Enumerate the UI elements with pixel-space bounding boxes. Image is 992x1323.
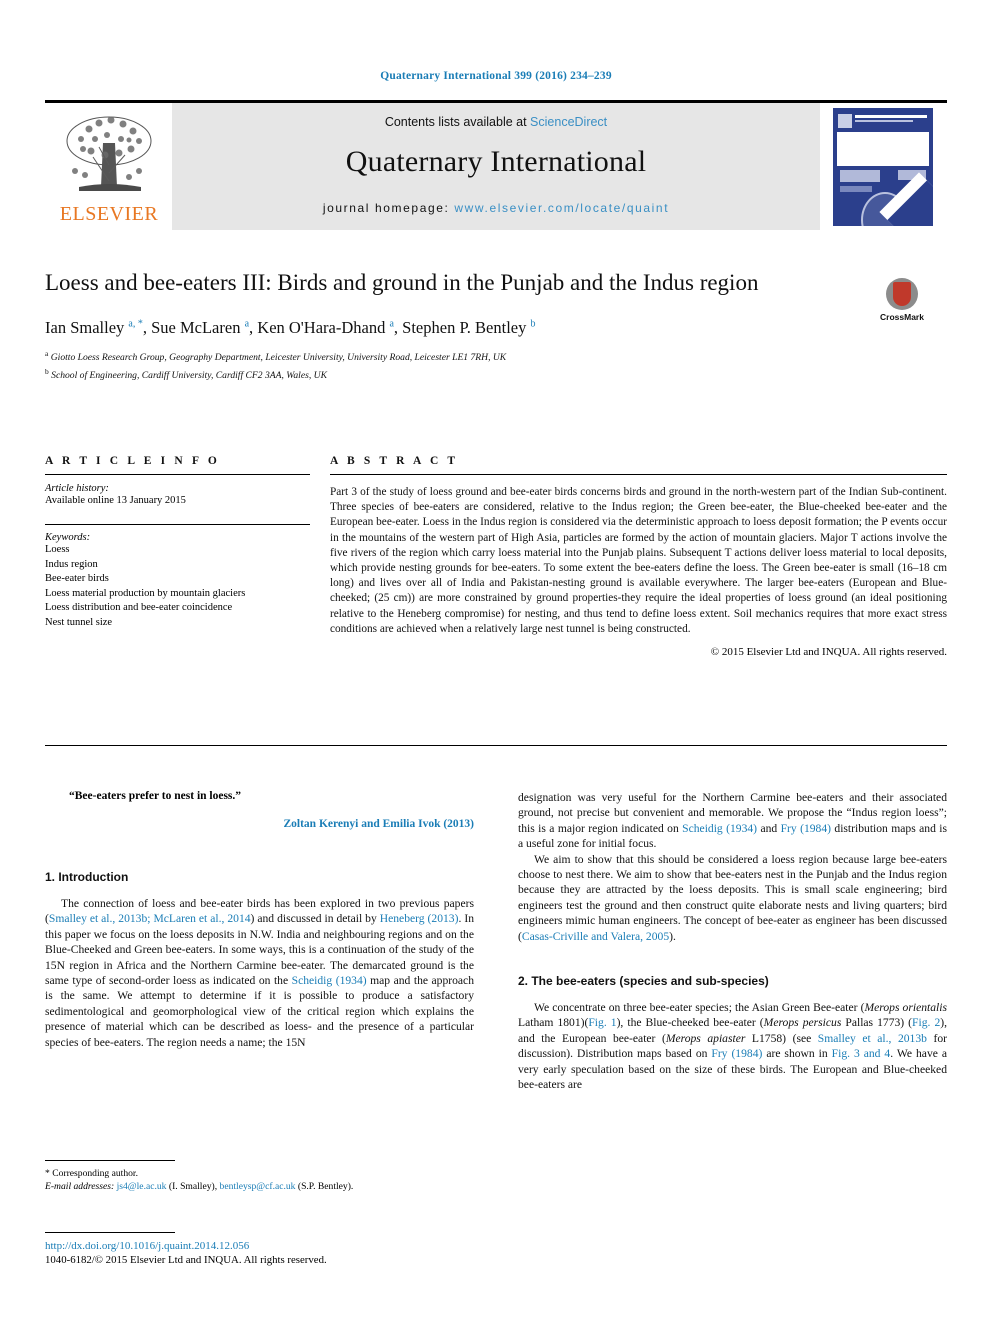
abstract-heading: A B S T R A C T — [330, 455, 459, 467]
abstract-column: A B S T R A C T Part 3 of the study of l… — [330, 455, 947, 658]
journal-cover-thumbnail — [820, 103, 947, 230]
keyword-item: Bee-eater birds — [45, 573, 109, 584]
right-paragraph-1: designation was very useful for the Nort… — [518, 791, 947, 851]
keyword-item: Loess distribution and bee-eater coincid… — [45, 602, 233, 613]
doi-block: http://dx.doi.org/10.1016/j.quaint.2014.… — [45, 1232, 545, 1266]
keyword-item: Nest tunnel size — [45, 616, 113, 628]
section-1-heading: 1. Introduction — [45, 870, 129, 884]
keyword-item: Loess — [45, 544, 70, 555]
section-2-heading: 2. The bee-eaters (species and sub-speci… — [518, 974, 769, 989]
article-info-column: A R T I C L E I N F O Article history: A… — [45, 455, 330, 658]
crossmark-badge[interactable]: CrossMark — [871, 278, 933, 328]
elsevier-wordmark: ELSEVIER — [59, 203, 159, 225]
crossmark-icon — [886, 278, 918, 310]
body-columns: “Bee-eaters prefer to nest in loess.” Zo… — [45, 790, 947, 1093]
author-list: Ian Smalley a, *, Sue McLaren a, Ken O'H… — [45, 318, 536, 337]
affiliation-b-text: School of Engineering, Cardiff Universit… — [51, 370, 327, 382]
contents-line: Contents lists available at ScienceDirec… — [385, 115, 607, 129]
journal-masthead: ELSEVIER Contents lists available at Sci… — [45, 100, 947, 233]
article-info-heading: A R T I C L E I N F O — [45, 455, 220, 467]
doi-link[interactable]: http://dx.doi.org/10.1016/j.quaint.2014.… — [45, 1240, 545, 1252]
section-1-paragraph: The connection of loess and bee-eater bi… — [45, 897, 475, 1049]
title-block: Loess and bee-eaters III: Birds and grou… — [45, 268, 947, 382]
homepage-url-link[interactable]: www.elsevier.com/locate/quaint — [454, 201, 669, 215]
masthead-center: Contents lists available at ScienceDirec… — [172, 103, 820, 230]
abstract-copyright: © 2015 Elsevier Ltd and INQUA. All right… — [710, 646, 947, 659]
journal-homepage: journal homepage: www.elsevier.com/locat… — [323, 201, 669, 215]
section-2-paragraph: We concentrate on three bee-eater specie… — [518, 1001, 948, 1092]
epigraph-quote: “Bee-eaters prefer to nest in loess.” — [69, 790, 242, 802]
crossmark-label: CrossMark — [880, 312, 924, 322]
keyword-item: Loess material production by mountain gl… — [45, 587, 246, 599]
affiliation-b: b School of Engineering, Cardiff Univers… — [45, 367, 327, 382]
homepage-prefix: journal homepage: — [322, 201, 455, 215]
email-addresses-note: E-mail addresses: js4@le.ac.uk (I. Small… — [45, 1181, 354, 1192]
contents-prefix: Contents lists available at — [384, 115, 531, 129]
running-head: Quaternary International 399 (2016) 234–… — [380, 70, 612, 82]
left-column: “Bee-eaters prefer to nest in loess.” Zo… — [45, 790, 474, 1093]
info-abstract-block: A R T I C L E I N F O Article history: A… — [45, 455, 947, 658]
affiliation-a: a Giotto Loess Research Group, Geography… — [45, 349, 507, 364]
right-paragraph-2: We aim to show that this should be consi… — [518, 852, 947, 943]
keyword-item: Indus region — [45, 558, 98, 570]
paper-page: Quaternary International 399 (2016) 234–… — [0, 0, 992, 1323]
elsevier-logo: ELSEVIER — [45, 103, 172, 230]
abstract-text: Part 3 of the study of loess ground and … — [330, 486, 947, 635]
footnote-block: * Corresponding author. E-mail addresses… — [45, 1160, 474, 1193]
article-history-value: Available online 13 January 2015 — [45, 495, 186, 506]
elsevier-tree-icon — [66, 116, 152, 191]
affiliation-a-text: Giotto Loess Research Group, Geography D… — [50, 352, 507, 364]
issn-copyright-line: 1040-6182/© 2015 Elsevier Ltd and INQUA.… — [45, 1254, 327, 1266]
article-history-label: Article history: — [45, 483, 109, 494]
right-column: designation was very useful for the Nort… — [518, 790, 947, 1093]
sciencedirect-link[interactable]: ScienceDirect — [530, 115, 607, 129]
section-divider — [45, 745, 947, 746]
keywords-label: Keywords: — [45, 532, 91, 543]
page-title: Loess and bee-eaters III: Birds and grou… — [45, 270, 759, 295]
journal-title: Quaternary International — [345, 145, 647, 178]
epigraph-attribution[interactable]: Zoltan Kerenyi and Emilia Ivok (2013) — [45, 818, 474, 830]
corresponding-author-note: * Corresponding author. — [45, 1168, 138, 1179]
